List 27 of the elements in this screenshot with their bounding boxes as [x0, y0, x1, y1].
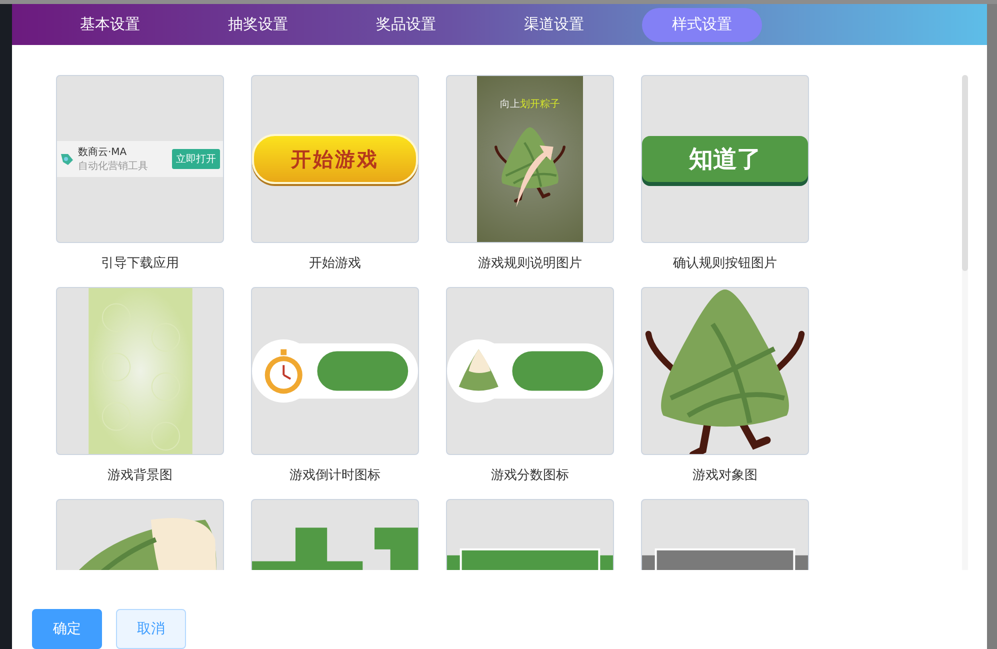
image-tile[interactable]: 向上划开粽子	[446, 75, 614, 244]
confirm-button[interactable]: 确定	[32, 609, 102, 649]
tile-caption: 游戏倒计时图标	[288, 467, 382, 486]
image-tile[interactable]: 知道了	[641, 75, 809, 244]
tab[interactable]: 渠道设置	[494, 8, 614, 42]
tile-caption: 开始游戏	[308, 255, 362, 274]
tile-caption: 游戏分数图标	[490, 467, 570, 486]
start-game-graphic: 开始游戏	[252, 134, 418, 184]
image-tile[interactable]: 开始游戏	[251, 75, 419, 244]
poster-hint: 向上划开粽子	[500, 98, 560, 112]
cancel-button[interactable]: 取消	[116, 609, 186, 649]
app-slogan: 自动化营销工具	[78, 160, 149, 174]
tile-caption: 游戏对象图	[692, 467, 758, 486]
tab[interactable]: 奖品设置	[346, 8, 466, 42]
app-name: 数商云·MA	[78, 146, 128, 160]
confirm-graphic: 知道了	[642, 136, 808, 182]
tile-caption: 游戏背景图	[106, 467, 174, 486]
open-app-button: 立即打开	[172, 149, 220, 170]
tile-caption: 引导下载应用	[100, 255, 180, 274]
tab[interactable]: 样式设置	[642, 8, 762, 42]
image-tile[interactable]: 数商云·MA 自动化营销工具 立即打开	[56, 75, 224, 244]
tile-caption: 游戏规则说明图片	[477, 255, 583, 274]
tab[interactable]: 基本设置	[50, 8, 170, 42]
scrollbar[interactable]	[962, 75, 968, 570]
tab[interactable]: 抽奖设置	[198, 8, 318, 42]
tile-caption: 确认规则按钮图片	[672, 255, 778, 274]
logo-icon	[60, 152, 74, 166]
